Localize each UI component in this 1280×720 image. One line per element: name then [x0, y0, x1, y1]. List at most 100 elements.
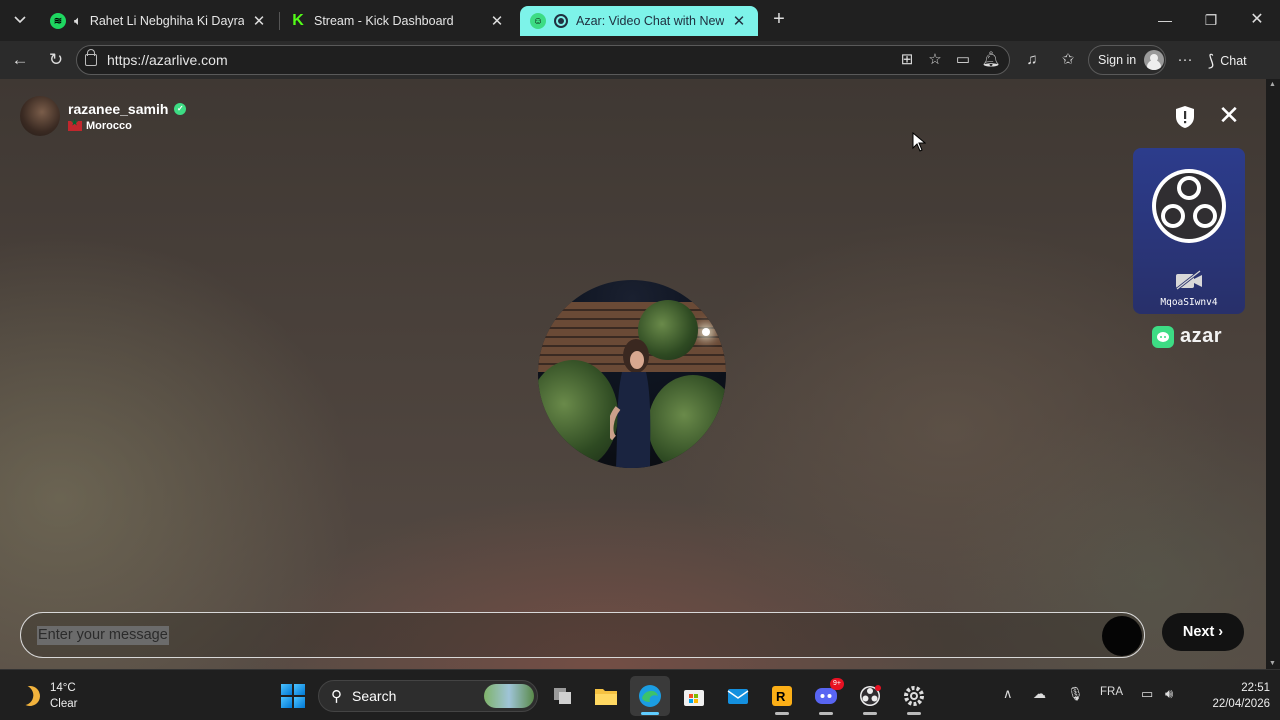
tab-spotify[interactable]: ≋ 🔈︎ Rahet Li Nebghiha Ki Dayra Hbal ✕ [40, 6, 278, 36]
plant [648, 375, 726, 468]
svg-text:R: R [776, 689, 786, 704]
refresh-icon[interactable]: ↻ [44, 49, 68, 71]
network-icon[interactable]: ▭ [1141, 686, 1153, 702]
onedrive-cloud-icon[interactable]: ☁ [1033, 686, 1046, 702]
send-button[interactable] [1102, 616, 1142, 656]
tab-title: Azar: Video Chat with New People [576, 14, 724, 28]
windows-taskbar: 14°C Clear ⚲ Search R 9+ ∧ ☁ 🎙︎ FRA ▭ 🔊︎… [0, 669, 1280, 720]
azar-logo: azar [1152, 325, 1222, 348]
chevron-right-icon: › [1218, 624, 1224, 640]
message-bar: Enter your message [20, 612, 1145, 658]
lock-icon[interactable] [85, 49, 97, 66]
search-highlight-image [484, 684, 534, 708]
peer-username: razanee_samih [68, 100, 169, 117]
running-indicator [907, 712, 921, 715]
morocco-flag-icon [68, 118, 82, 131]
more-options-icon[interactable]: ··· [1175, 50, 1195, 70]
back-arrow-icon[interactable]: ← [8, 49, 32, 71]
mouse-cursor-icon [912, 132, 926, 152]
recording-icon [554, 14, 568, 28]
moon-icon [17, 683, 43, 709]
window-close-icon[interactable]: ✕ [1245, 8, 1269, 32]
task-view-icon[interactable] [543, 676, 583, 716]
minimize-icon[interactable]: — [1153, 8, 1177, 32]
running-indicator [863, 712, 877, 715]
new-tab-plus-icon[interactable]: + [768, 9, 790, 31]
microsoft-store-icon[interactable] [674, 676, 714, 716]
favorite-star-icon[interactable]: ☆ [925, 50, 945, 70]
read-aloud-icon[interactable]: ♫ [1022, 50, 1042, 70]
microphone-icon[interactable]: 🎙︎ [1067, 686, 1084, 702]
browser-tab-bar: ≋ 🔈︎ Rahet Li Nebghiha Ki Dayra Hbal ✕ K… [0, 0, 1280, 41]
discord-icon[interactable]: 9+ [806, 676, 846, 716]
tab-close-icon[interactable]: ✕ [488, 12, 506, 30]
search-label: Search [352, 688, 397, 704]
running-indicator [775, 712, 789, 715]
lamp-light [702, 328, 710, 336]
self-video-tile: MqoaSIwnv4 [1133, 148, 1245, 314]
obs-studio-icon[interactable] [850, 676, 890, 716]
profile-avatar-icon [1144, 50, 1165, 70]
tab-close-icon[interactable]: ✕ [730, 12, 748, 30]
verified-badge-icon: ✓ [174, 102, 187, 115]
edge-browser-icon[interactable] [630, 676, 670, 716]
tab-title: Stream - Kick Dashboard [314, 14, 454, 28]
kick-icon: K [292, 12, 304, 29]
language-indicator[interactable]: FRA [1100, 686, 1123, 698]
tab-kick[interactable]: K Stream - Kick Dashboard ✕ [280, 6, 516, 36]
copilot-chat-button[interactable]: ⟆ Chat [1208, 51, 1247, 71]
notification-bell-icon[interactable]: 🔔︎ [981, 50, 1001, 70]
system-clock[interactable]: 22:51 22/04/2026 [1196, 680, 1270, 712]
camera-off-icon [1176, 270, 1202, 290]
azar-mark-icon [1152, 325, 1174, 348]
copilot-icon: ⟆ [1208, 53, 1215, 70]
tab-close-icon[interactable]: ✕ [250, 12, 268, 30]
chat-label: Chat [1220, 54, 1247, 68]
weather-temperature: 14°C [50, 682, 76, 694]
video-chat-stage: razanee_samih ✓ Morocco ✕ [0, 79, 1280, 669]
url-text: https://azarlive.com [107, 52, 228, 68]
url-field[interactable]: https://azarlive.com ⊞ ☆ ▭ 🔔︎ [76, 45, 1010, 75]
favorites-icon[interactable]: ✩ [1058, 50, 1078, 70]
azar-wordmark: azar [1180, 325, 1223, 347]
peer-profile[interactable]: razanee_samih ✓ Morocco [20, 96, 187, 136]
clock-time: 22:51 [1241, 682, 1270, 694]
next-button[interactable]: Next › [1162, 613, 1244, 651]
file-explorer-icon[interactable] [586, 676, 626, 716]
start-button[interactable] [273, 676, 313, 716]
sign-in-button[interactable]: Sign in [1088, 45, 1166, 75]
sign-in-label: Sign in [1098, 53, 1137, 67]
video-camera-icon[interactable]: ▭ [953, 50, 973, 70]
mail-icon[interactable] [718, 676, 758, 716]
peer-avatar [20, 96, 60, 136]
taskbar-search[interactable]: ⚲ Search [318, 680, 538, 712]
volume-icon[interactable]: 🔊︎ [1165, 686, 1173, 702]
rockstar-launcher-icon[interactable]: R [762, 676, 802, 716]
address-bar-row: ← ↻ https://azarlive.com ⊞ ☆ ▭ 🔔︎ ♫ ✩ Si… [0, 41, 1280, 79]
peer-country: Morocco [86, 119, 132, 132]
page-scrollbar[interactable] [1266, 79, 1280, 669]
person-silhouette [610, 339, 651, 468]
weather-widget[interactable]: 14°C Clear [20, 680, 77, 712]
tab-azar[interactable]: ☺ Azar: Video Chat with New People ✕ [520, 6, 758, 36]
azar-icon: ☺ [530, 13, 546, 29]
next-label: Next [1182, 624, 1215, 640]
running-indicator [819, 712, 833, 715]
clock-date: 22/04/2026 [1212, 698, 1270, 710]
tab-title: Rahet Li Nebghiha Ki Dayra Hbal [89, 14, 244, 28]
tab-actions-chevron-icon[interactable] [8, 9, 32, 31]
search-icon: ⚲ [331, 688, 342, 705]
settings-gear-icon[interactable] [894, 676, 934, 716]
report-shield-icon[interactable] [1174, 105, 1196, 129]
message-input[interactable] [36, 625, 1036, 647]
show-hidden-icons-chevron-icon[interactable]: ∧ [1003, 686, 1013, 702]
close-icon[interactable]: ✕ [1216, 102, 1242, 129]
obs-logo-icon [1152, 169, 1226, 243]
active-indicator [641, 712, 659, 715]
restore-icon[interactable]: ❐ [1199, 8, 1223, 32]
apps-icon[interactable]: ⊞ [897, 50, 917, 70]
windows-logo-icon [281, 684, 305, 708]
plant [538, 360, 618, 468]
speaker-icon[interactable]: 🔈︎ [74, 13, 82, 29]
spotify-icon: ≋ [50, 13, 66, 29]
